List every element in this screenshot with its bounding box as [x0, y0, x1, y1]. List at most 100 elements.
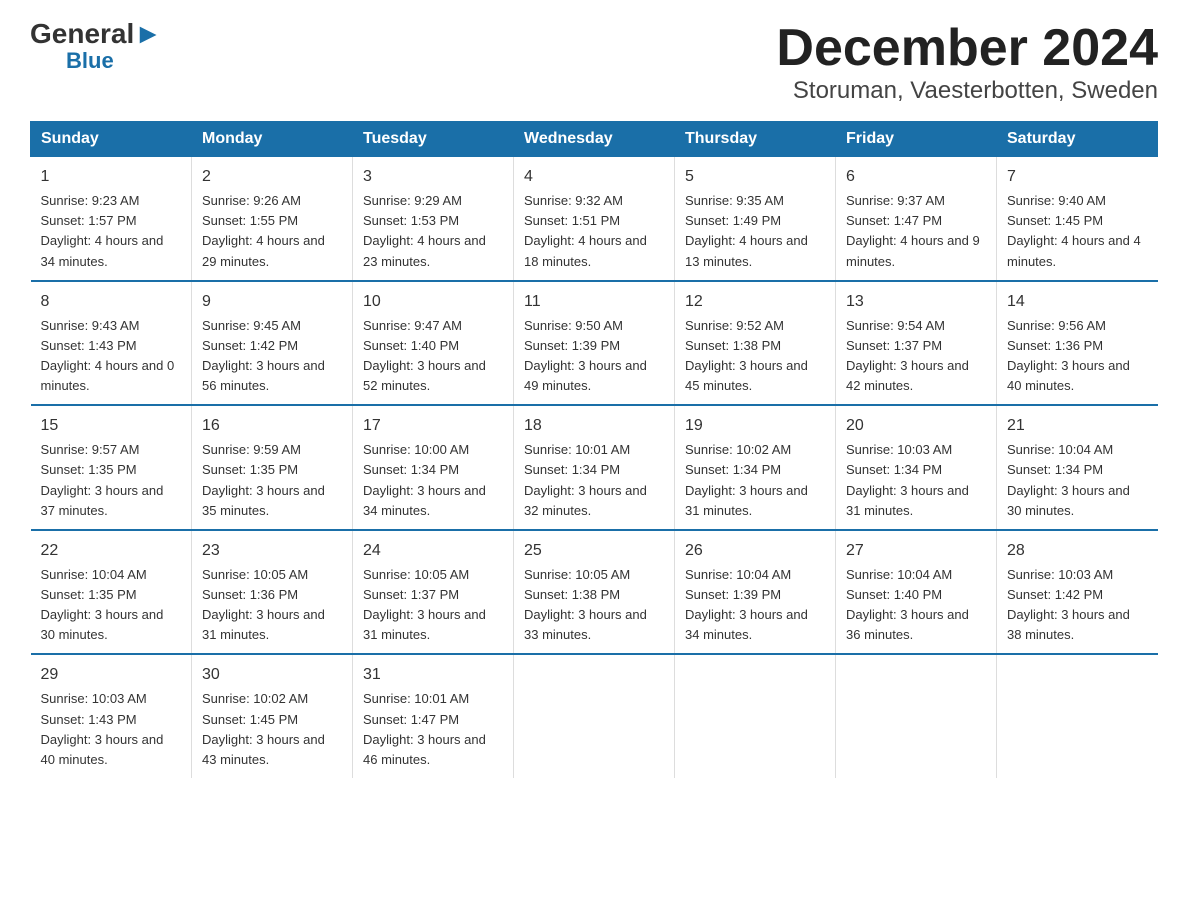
- weekday-header-monday: Monday: [192, 122, 353, 157]
- day-info: Sunrise: 9:29 AMSunset: 1:53 PMDaylight:…: [363, 191, 503, 272]
- day-info: Sunrise: 10:02 AMSunset: 1:45 PMDaylight…: [202, 689, 342, 770]
- day-info: Sunrise: 10:04 AMSunset: 1:34 PMDaylight…: [1007, 440, 1148, 521]
- day-number: 10: [363, 290, 503, 314]
- day-number: 31: [363, 663, 503, 687]
- day-info: Sunrise: 9:54 AMSunset: 1:37 PMDaylight:…: [846, 316, 986, 397]
- logo: General► Blue: [30, 20, 162, 72]
- day-number: 24: [363, 539, 503, 563]
- calendar-cell: 26Sunrise: 10:04 AMSunset: 1:39 PMDaylig…: [675, 530, 836, 655]
- day-info: Sunrise: 10:04 AMSunset: 1:40 PMDaylight…: [846, 565, 986, 646]
- day-number: 1: [41, 165, 182, 189]
- calendar-cell: 15Sunrise: 9:57 AMSunset: 1:35 PMDayligh…: [31, 405, 192, 530]
- day-number: 23: [202, 539, 342, 563]
- day-info: Sunrise: 9:23 AMSunset: 1:57 PMDaylight:…: [41, 191, 182, 272]
- calendar-week-row: 22Sunrise: 10:04 AMSunset: 1:35 PMDaylig…: [31, 530, 1158, 655]
- calendar-cell: 22Sunrise: 10:04 AMSunset: 1:35 PMDaylig…: [31, 530, 192, 655]
- calendar-week-row: 1Sunrise: 9:23 AMSunset: 1:57 PMDaylight…: [31, 157, 1158, 281]
- day-info: Sunrise: 9:35 AMSunset: 1:49 PMDaylight:…: [685, 191, 825, 272]
- calendar-cell: 23Sunrise: 10:05 AMSunset: 1:36 PMDaylig…: [192, 530, 353, 655]
- calendar-cell: [997, 654, 1158, 778]
- day-info: Sunrise: 10:04 AMSunset: 1:39 PMDaylight…: [685, 565, 825, 646]
- day-number: 9: [202, 290, 342, 314]
- calendar-cell: 7Sunrise: 9:40 AMSunset: 1:45 PMDaylight…: [997, 157, 1158, 281]
- calendar-cell: 29Sunrise: 10:03 AMSunset: 1:43 PMDaylig…: [31, 654, 192, 778]
- calendar-cell: 30Sunrise: 10:02 AMSunset: 1:45 PMDaylig…: [192, 654, 353, 778]
- day-number: 26: [685, 539, 825, 563]
- calendar-cell: 19Sunrise: 10:02 AMSunset: 1:34 PMDaylig…: [675, 405, 836, 530]
- day-info: Sunrise: 10:05 AMSunset: 1:37 PMDaylight…: [363, 565, 503, 646]
- calendar-cell: 1Sunrise: 9:23 AMSunset: 1:57 PMDaylight…: [31, 157, 192, 281]
- calendar-cell: 8Sunrise: 9:43 AMSunset: 1:43 PMDaylight…: [31, 281, 192, 406]
- title-block: December 2024 Storuman, Vaesterbotten, S…: [776, 20, 1158, 105]
- day-info: Sunrise: 9:52 AMSunset: 1:38 PMDaylight:…: [685, 316, 825, 397]
- calendar-cell: 12Sunrise: 9:52 AMSunset: 1:38 PMDayligh…: [675, 281, 836, 406]
- page-title: December 2024: [776, 20, 1158, 77]
- weekday-header-wednesday: Wednesday: [514, 122, 675, 157]
- day-number: 18: [524, 414, 664, 438]
- day-info: Sunrise: 10:05 AMSunset: 1:38 PMDaylight…: [524, 565, 664, 646]
- calendar-cell: 5Sunrise: 9:35 AMSunset: 1:49 PMDaylight…: [675, 157, 836, 281]
- page-subtitle: Storuman, Vaesterbotten, Sweden: [776, 77, 1158, 105]
- calendar-cell: 11Sunrise: 9:50 AMSunset: 1:39 PMDayligh…: [514, 281, 675, 406]
- calendar-cell: 24Sunrise: 10:05 AMSunset: 1:37 PMDaylig…: [353, 530, 514, 655]
- day-number: 3: [363, 165, 503, 189]
- day-info: Sunrise: 10:04 AMSunset: 1:35 PMDaylight…: [41, 565, 182, 646]
- day-info: Sunrise: 9:50 AMSunset: 1:39 PMDaylight:…: [524, 316, 664, 397]
- day-number: 13: [846, 290, 986, 314]
- day-info: Sunrise: 9:40 AMSunset: 1:45 PMDaylight:…: [1007, 191, 1148, 272]
- day-info: Sunrise: 9:57 AMSunset: 1:35 PMDaylight:…: [41, 440, 182, 521]
- calendar-cell: 27Sunrise: 10:04 AMSunset: 1:40 PMDaylig…: [836, 530, 997, 655]
- day-number: 7: [1007, 165, 1148, 189]
- calendar-cell: 10Sunrise: 9:47 AMSunset: 1:40 PMDayligh…: [353, 281, 514, 406]
- day-info: Sunrise: 10:02 AMSunset: 1:34 PMDaylight…: [685, 440, 825, 521]
- day-number: 17: [363, 414, 503, 438]
- day-number: 30: [202, 663, 342, 687]
- logo-blue-text: Blue: [66, 50, 114, 72]
- day-info: Sunrise: 9:45 AMSunset: 1:42 PMDaylight:…: [202, 316, 342, 397]
- day-number: 27: [846, 539, 986, 563]
- calendar-week-row: 8Sunrise: 9:43 AMSunset: 1:43 PMDaylight…: [31, 281, 1158, 406]
- day-info: Sunrise: 10:05 AMSunset: 1:36 PMDaylight…: [202, 565, 342, 646]
- logo-general-text: General►: [30, 20, 162, 48]
- day-number: 16: [202, 414, 342, 438]
- day-info: Sunrise: 9:26 AMSunset: 1:55 PMDaylight:…: [202, 191, 342, 272]
- day-number: 4: [524, 165, 664, 189]
- day-info: Sunrise: 9:32 AMSunset: 1:51 PMDaylight:…: [524, 191, 664, 272]
- day-number: 25: [524, 539, 664, 563]
- day-info: Sunrise: 10:01 AMSunset: 1:47 PMDaylight…: [363, 689, 503, 770]
- day-number: 19: [685, 414, 825, 438]
- day-number: 5: [685, 165, 825, 189]
- day-info: Sunrise: 10:00 AMSunset: 1:34 PMDaylight…: [363, 440, 503, 521]
- day-number: 8: [41, 290, 182, 314]
- calendar-week-row: 29Sunrise: 10:03 AMSunset: 1:43 PMDaylig…: [31, 654, 1158, 778]
- calendar-cell: 9Sunrise: 9:45 AMSunset: 1:42 PMDaylight…: [192, 281, 353, 406]
- calendar-cell: 3Sunrise: 9:29 AMSunset: 1:53 PMDaylight…: [353, 157, 514, 281]
- calendar-week-row: 15Sunrise: 9:57 AMSunset: 1:35 PMDayligh…: [31, 405, 1158, 530]
- day-number: 2: [202, 165, 342, 189]
- calendar-cell: 6Sunrise: 9:37 AMSunset: 1:47 PMDaylight…: [836, 157, 997, 281]
- calendar-cell: 2Sunrise: 9:26 AMSunset: 1:55 PMDaylight…: [192, 157, 353, 281]
- page-header: General► Blue December 2024 Storuman, Va…: [30, 20, 1158, 105]
- day-number: 11: [524, 290, 664, 314]
- calendar-cell: 21Sunrise: 10:04 AMSunset: 1:34 PMDaylig…: [997, 405, 1158, 530]
- day-info: Sunrise: 10:03 AMSunset: 1:42 PMDaylight…: [1007, 565, 1148, 646]
- calendar-cell: [836, 654, 997, 778]
- day-number: 28: [1007, 539, 1148, 563]
- day-info: Sunrise: 10:03 AMSunset: 1:34 PMDaylight…: [846, 440, 986, 521]
- day-number: 15: [41, 414, 182, 438]
- day-number: 6: [846, 165, 986, 189]
- weekday-header-saturday: Saturday: [997, 122, 1158, 157]
- calendar-cell: [675, 654, 836, 778]
- calendar-cell: 14Sunrise: 9:56 AMSunset: 1:36 PMDayligh…: [997, 281, 1158, 406]
- day-info: Sunrise: 9:47 AMSunset: 1:40 PMDaylight:…: [363, 316, 503, 397]
- day-info: Sunrise: 9:43 AMSunset: 1:43 PMDaylight:…: [41, 316, 182, 397]
- day-number: 14: [1007, 290, 1148, 314]
- calendar-cell: 13Sunrise: 9:54 AMSunset: 1:37 PMDayligh…: [836, 281, 997, 406]
- calendar-cell: 17Sunrise: 10:00 AMSunset: 1:34 PMDaylig…: [353, 405, 514, 530]
- day-number: 12: [685, 290, 825, 314]
- calendar-cell: 4Sunrise: 9:32 AMSunset: 1:51 PMDaylight…: [514, 157, 675, 281]
- calendar-cell: 20Sunrise: 10:03 AMSunset: 1:34 PMDaylig…: [836, 405, 997, 530]
- weekday-header-friday: Friday: [836, 122, 997, 157]
- weekday-header-tuesday: Tuesday: [353, 122, 514, 157]
- day-info: Sunrise: 9:37 AMSunset: 1:47 PMDaylight:…: [846, 191, 986, 272]
